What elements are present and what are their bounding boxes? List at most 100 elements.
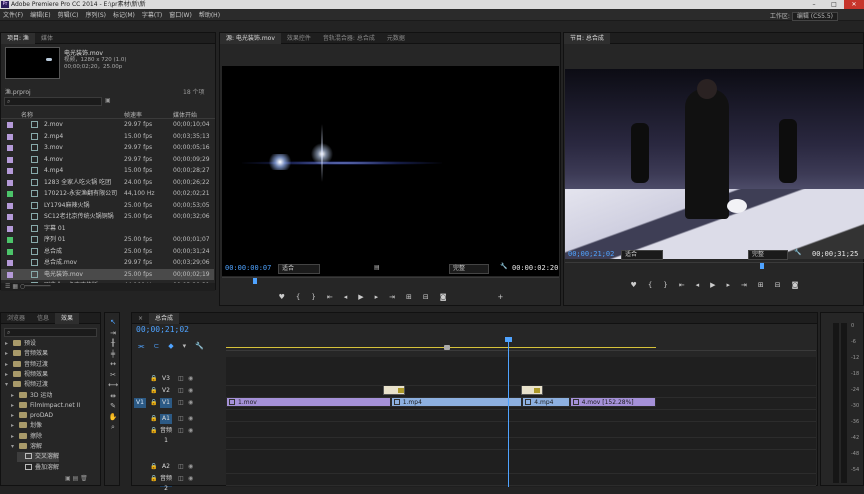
track-label[interactable]: V3 (160, 374, 172, 384)
track-label[interactable]: V2 (160, 386, 172, 396)
toggle-output-icon[interactable]: ◫ (178, 375, 184, 382)
tab-audio-mixer[interactable]: 音轨混合器: 总合成 (317, 33, 381, 44)
list-item[interactable]: 总合成 25.00 fps 00;00;31;24 (1, 246, 214, 258)
menu-sequence[interactable]: 序列(S) (86, 10, 107, 19)
menu-marker[interactable]: 标记(M) (113, 10, 135, 19)
label-color-swatch[interactable] (7, 122, 13, 128)
program-time-ruler[interactable] (565, 262, 864, 270)
ripple-edit-tool-icon[interactable]: ╫ (108, 338, 118, 349)
tab-browser[interactable]: 浏览器 (1, 313, 31, 324)
effect-tree-item[interactable]: 叠加溶解 (17, 463, 59, 473)
eye-icon[interactable]: ◉ (188, 415, 193, 422)
effect-tree-item[interactable]: ▸ 音频过渡 (5, 360, 48, 370)
new-bin-icon[interactable]: ▣ ▤ 🗑 (65, 475, 88, 482)
timeline-marker-icon[interactable]: ▾ (183, 342, 187, 351)
settings-wrench-icon[interactable]: 🔧 (500, 263, 507, 270)
maximize-icon[interactable]: □ (824, 0, 844, 9)
slide-tool-icon[interactable]: ⇹ (108, 391, 118, 402)
insert-icon[interactable]: ⊞ (406, 293, 412, 301)
disclosure-triangle-icon[interactable]: ▸ (11, 421, 17, 431)
mark-in-icon[interactable]: { (296, 293, 300, 301)
disclosure-triangle-icon[interactable]: ▸ (11, 411, 17, 421)
camera-icon[interactable]: ◙ (440, 293, 447, 301)
disclosure-triangle-icon[interactable]: ▾ (5, 380, 11, 390)
toggle-output-icon[interactable]: ◫ (178, 475, 184, 482)
label-color-swatch[interactable] (7, 248, 13, 255)
list-item[interactable]: LY1794麻辣火锅 25.00 fps 00;00;53;05 (1, 200, 214, 212)
menu-file[interactable]: 文件(F) (3, 10, 23, 19)
title-clip[interactable] (521, 385, 543, 395)
effect-tree-item[interactable]: ▸ 划像 (11, 421, 42, 431)
play-button[interactable]: ▶ (710, 281, 715, 289)
timeline-clip[interactable]: 1.mp4 (390, 397, 523, 407)
razor-tool-icon[interactable]: ✂ (108, 370, 118, 381)
label-color-swatch[interactable] (7, 202, 13, 209)
work-area-bar[interactable] (226, 347, 656, 348)
eye-icon[interactable]: ◉ (188, 427, 193, 434)
go-to-in-icon[interactable]: ⇤ (679, 281, 685, 289)
track-header[interactable]: V1 🔒 V1 ◫ ◉ (132, 397, 226, 409)
export-frame-icon[interactable]: ▤ (374, 264, 380, 271)
disclosure-triangle-icon[interactable]: ▾ (11, 442, 17, 452)
tab-sequence[interactable]: 总合成 (149, 312, 180, 324)
track-label[interactable]: 音频 2 (160, 474, 172, 492)
track-header[interactable]: 🔒 V3 ◫ ◉ (132, 373, 226, 385)
menu-window[interactable]: 窗口(W) (169, 10, 192, 19)
selection-tool-icon[interactable]: ↖ (108, 317, 118, 328)
camera-icon[interactable]: ◙ (792, 281, 799, 289)
rolling-edit-tool-icon[interactable]: ╪ (108, 349, 118, 360)
source-video-frame[interactable] (222, 66, 559, 276)
linked-selection-icon[interactable]: ⊂ (153, 342, 159, 351)
col-start[interactable]: 媒体开始 (173, 110, 197, 119)
close-icon[interactable]: ✕ (844, 0, 864, 9)
track-select-tool-icon[interactable]: ⇥ (108, 328, 118, 339)
col-fps[interactable]: 帧速率 (124, 110, 142, 119)
mark-out-icon[interactable]: } (663, 281, 667, 289)
tab-metadata[interactable]: 元数据 (381, 33, 411, 44)
zoom-tool-icon[interactable]: ⌕ (108, 422, 118, 433)
play-button[interactable]: ▶ (358, 293, 363, 301)
new-bin-icon[interactable]: ▣ (105, 97, 111, 104)
label-color-swatch[interactable] (7, 225, 13, 232)
list-item[interactable]: 总合成.mov 29.97 fps 00;03;29;06 (1, 257, 214, 269)
label-color-swatch[interactable] (7, 168, 13, 174)
list-item[interactable]: SC12老北京传统火锅铜锅 25.00 fps 00;00;32;06 (1, 211, 214, 223)
menu-clip[interactable]: 剪辑(C) (58, 10, 79, 19)
slip-tool-icon[interactable]: ⟷ (108, 380, 118, 391)
list-view-icon[interactable]: ☰ (5, 283, 10, 290)
timeline-clip[interactable]: 4.mov [152.28%] (569, 397, 656, 407)
timeline-timecode[interactable]: 00;00;21;02 (136, 325, 189, 334)
add-marker-icon[interactable]: ♥ (279, 293, 285, 301)
label-color-swatch[interactable] (7, 237, 13, 243)
effects-search-input[interactable]: ⌕ (4, 328, 97, 337)
menu-edit[interactable]: 编辑(E) (30, 10, 50, 19)
lift-icon[interactable]: ⊞ (758, 281, 764, 289)
snap-icon[interactable]: ⫘ (138, 342, 144, 351)
track-header[interactable]: 🔒 A2 ◫ ◉ (132, 461, 226, 473)
program-quality-select[interactable]: 完整 (748, 250, 788, 260)
lock-icon[interactable]: 🔒 (150, 463, 157, 470)
go-to-in-icon[interactable]: ⇤ (327, 293, 333, 301)
lock-icon[interactable]: 🔒 (150, 399, 157, 406)
toggle-output-icon[interactable]: ◫ (178, 463, 184, 470)
disclosure-triangle-icon[interactable]: ▸ (11, 401, 17, 411)
disclosure-triangle-icon[interactable]: ▸ (5, 339, 11, 349)
timeline-clip[interactable]: 4.mp4 (522, 397, 570, 407)
label-color-swatch[interactable] (7, 145, 13, 151)
program-timecode[interactable]: 00;00;21;02 (568, 250, 614, 258)
list-item[interactable]: 3.mov 29.97 fps 00;00;05;16 (1, 142, 214, 154)
track-header[interactable]: 🔒 音频 2 ◫ ◉ (132, 473, 226, 492)
timeline-settings-icon[interactable]: 🔧 (195, 342, 204, 351)
effect-tree-item[interactable]: ▸ 擦除 (11, 432, 42, 442)
effect-tree-item[interactable]: ▾ 视频过渡 (5, 380, 48, 390)
button-editor-plus-icon[interactable]: + (498, 293, 504, 301)
mark-out-icon[interactable]: } (311, 293, 315, 301)
step-forward-icon[interactable]: ▸ (727, 281, 731, 289)
minimize-icon[interactable]: – (804, 0, 824, 9)
effect-tree-item[interactable]: ▾ 溶解 (11, 442, 42, 452)
eye-icon[interactable]: ◉ (188, 399, 193, 406)
tab-effects[interactable]: 效果 (55, 312, 80, 324)
menu-title[interactable]: 字幕(T) (142, 10, 162, 19)
list-item[interactable]: 序列 01 25.00 fps 00;00;01;07 (1, 234, 214, 246)
program-video-frame[interactable] (565, 69, 864, 259)
